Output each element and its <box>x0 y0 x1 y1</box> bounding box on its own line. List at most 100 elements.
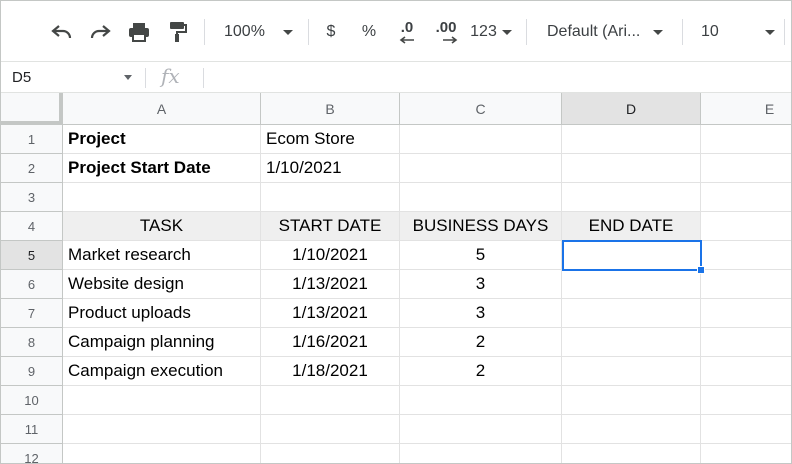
grid-cell[interactable] <box>400 183 562 212</box>
row-header-5[interactable]: 5 <box>1 241 63 270</box>
cell-d9[interactable] <box>562 357 701 386</box>
arrow-left-icon <box>399 36 414 44</box>
grid-cell[interactable] <box>562 415 701 444</box>
cell-c7[interactable]: 3 <box>400 299 562 328</box>
cell-b4[interactable]: START DATE <box>261 212 400 241</box>
row-header-6[interactable]: 6 <box>1 270 63 299</box>
decrease-decimal-icon: .0 <box>400 19 414 36</box>
grid-cell[interactable] <box>562 125 701 154</box>
print-icon[interactable] <box>122 15 156 49</box>
cell-c6[interactable]: 3 <box>400 270 562 299</box>
name-box[interactable]: D5 <box>1 62 141 92</box>
row-header-1[interactable]: 1 <box>1 125 63 154</box>
active-cell-selection <box>562 240 702 271</box>
column-header-d[interactable]: D <box>562 93 701 125</box>
cell-a7[interactable]: Product uploads <box>63 299 261 328</box>
undo-icon[interactable] <box>45 15 79 49</box>
cell-b8[interactable]: 1/16/2021 <box>261 328 400 357</box>
grid-cell[interactable] <box>562 183 701 212</box>
cell-a1[interactable]: Project <box>63 125 261 154</box>
font-family-value: Default (Ari... <box>547 23 641 40</box>
grid-cell[interactable] <box>400 386 562 415</box>
grid-cell[interactable] <box>261 386 400 415</box>
chevron-down-icon <box>124 75 132 80</box>
toolbar: 100% $ % .0 .00 123 Default (Ari... 10 <box>1 1 791 61</box>
spreadsheet-window: 100% $ % .0 .00 123 Default (Ari... 10 D… <box>0 0 792 464</box>
grid-cell[interactable] <box>63 444 261 463</box>
grid-cell[interactable] <box>562 386 701 415</box>
cell-b6[interactable]: 1/13/2021 <box>261 270 400 299</box>
grid-cell[interactable] <box>701 386 791 415</box>
cell-d8[interactable] <box>562 328 701 357</box>
cell-a6[interactable]: Website design <box>63 270 261 299</box>
font-family-select[interactable]: Default (Ari... <box>537 15 671 49</box>
select-all-corner[interactable] <box>1 93 63 125</box>
fill-handle[interactable] <box>697 266 705 274</box>
row-header-4[interactable]: 4 <box>1 212 63 241</box>
grid-cell[interactable] <box>400 415 562 444</box>
row-header-10[interactable]: 10 <box>1 386 63 415</box>
grid-cell[interactable] <box>701 270 791 299</box>
row-header-8[interactable]: 8 <box>1 328 63 357</box>
grid-cell[interactable] <box>701 357 791 386</box>
cell-c9[interactable]: 2 <box>400 357 562 386</box>
grid-cell[interactable] <box>63 386 261 415</box>
cell-b9[interactable]: 1/18/2021 <box>261 357 400 386</box>
row-header-2[interactable]: 2 <box>1 154 63 183</box>
cell-d7[interactable] <box>562 299 701 328</box>
paint-format-icon[interactable] <box>161 15 195 49</box>
grid-cell[interactable] <box>63 183 261 212</box>
row-header-9[interactable]: 9 <box>1 357 63 386</box>
grid-cell[interactable] <box>701 183 791 212</box>
grid-cell[interactable] <box>701 212 791 241</box>
row-header-7[interactable]: 7 <box>1 299 63 328</box>
column-header-a[interactable]: A <box>63 93 261 125</box>
zoom-select[interactable]: 100% <box>215 15 301 49</box>
redo-icon[interactable] <box>83 15 117 49</box>
cell-a2[interactable]: Project Start Date <box>63 154 261 183</box>
cell-c5[interactable]: 5 <box>400 241 562 270</box>
cell-b7[interactable]: 1/13/2021 <box>261 299 400 328</box>
decrease-decimal-button[interactable]: .0 <box>391 15 423 49</box>
column-header-b[interactable]: B <box>261 93 400 125</box>
cell-a9[interactable]: Campaign execution <box>63 357 261 386</box>
cell-c4[interactable]: BUSINESS DAYS <box>400 212 562 241</box>
more-formats-button[interactable]: 123 <box>467 15 515 49</box>
grid-cell[interactable] <box>701 415 791 444</box>
cell-d4[interactable]: END DATE <box>562 212 701 241</box>
column-header-e[interactable]: E <box>701 93 791 125</box>
grid-cell[interactable] <box>701 154 791 183</box>
grid-cell[interactable] <box>562 154 701 183</box>
grid-cell[interactable] <box>701 328 791 357</box>
cell-b2[interactable]: 1/10/2021 <box>261 154 400 183</box>
cell-b1[interactable]: Ecom Store <box>261 125 400 154</box>
grid-cell[interactable] <box>261 415 400 444</box>
column-header-c[interactable]: C <box>400 93 562 125</box>
grid-cell[interactable] <box>562 444 701 463</box>
cell-d6[interactable] <box>562 270 701 299</box>
formula-input[interactable] <box>211 62 789 92</box>
row-header-3[interactable]: 3 <box>1 183 63 212</box>
cell-a4[interactable]: TASK <box>63 212 261 241</box>
cell-a8[interactable]: Campaign planning <box>63 328 261 357</box>
row-header-12[interactable]: 12 <box>1 444 63 463</box>
grid-cell[interactable] <box>701 241 791 270</box>
grid-cell[interactable] <box>63 415 261 444</box>
font-size-select[interactable]: 10 <box>691 15 783 49</box>
cell-a5[interactable]: Market research <box>63 241 261 270</box>
grid-cell[interactable] <box>701 299 791 328</box>
grid-cell[interactable] <box>261 444 400 463</box>
currency-format-button[interactable]: $ <box>317 15 345 49</box>
cell-c8[interactable]: 2 <box>400 328 562 357</box>
row-header-11[interactable]: 11 <box>1 415 63 444</box>
grid-cell[interactable] <box>261 183 400 212</box>
percent-format-button[interactable]: % <box>355 15 383 49</box>
grid-cell[interactable] <box>400 154 562 183</box>
grid-cell[interactable] <box>701 444 791 463</box>
grid-cell[interactable] <box>400 444 562 463</box>
grid-cell[interactable] <box>701 125 791 154</box>
chevron-down-icon <box>765 29 775 35</box>
cell-b5[interactable]: 1/10/2021 <box>261 241 400 270</box>
grid-cell[interactable] <box>400 125 562 154</box>
increase-decimal-button[interactable]: .00 <box>429 15 463 49</box>
